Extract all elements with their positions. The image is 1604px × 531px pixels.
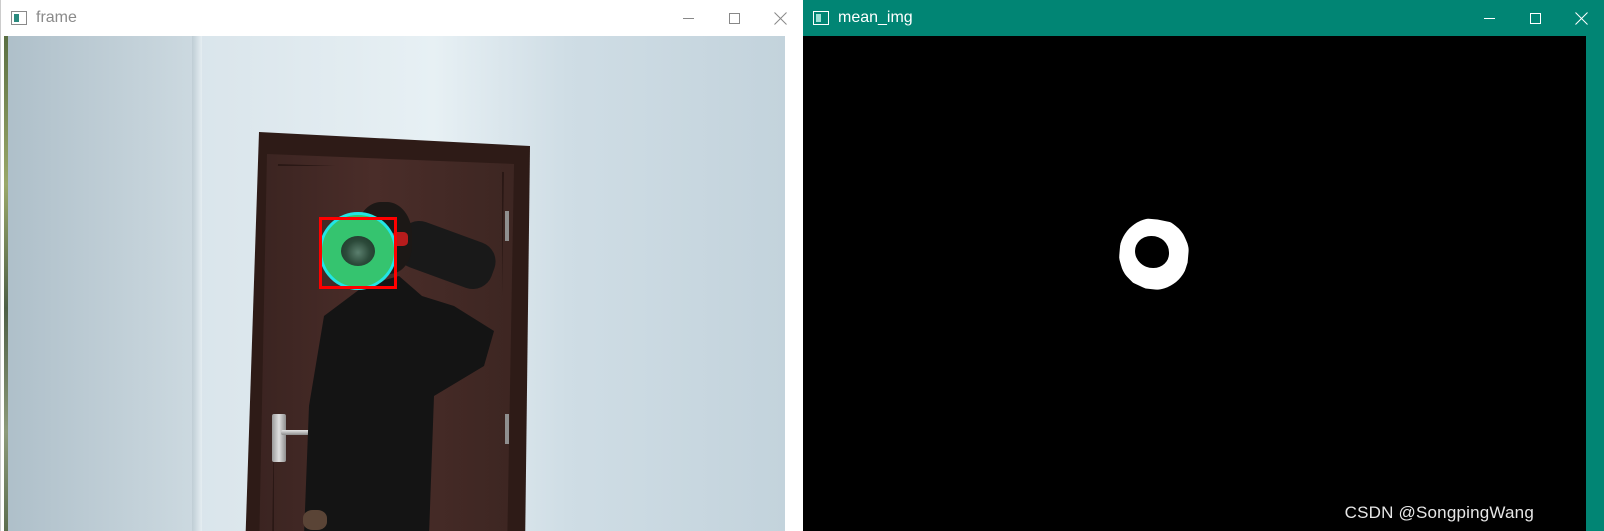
app-icon [11, 11, 27, 25]
close-icon [1575, 12, 1588, 25]
mean-img-minimize-button[interactable] [1466, 0, 1512, 36]
mean-img-window-title: mean_img [838, 9, 913, 26]
frame-maximize-button[interactable] [711, 0, 757, 36]
mean-img-window[interactable]: mean_img CSDN @SongpingWang [803, 0, 1604, 531]
minimize-icon [1483, 17, 1495, 19]
mean-img-maximize-button[interactable] [1512, 0, 1558, 36]
maximize-icon [728, 12, 740, 24]
frame-window[interactable]: frame [0, 0, 803, 531]
mean-img-titlebar[interactable]: mean_img [803, 0, 1604, 36]
mean-img-close-button[interactable] [1558, 0, 1604, 36]
wall-left [4, 36, 194, 531]
window-border-strip [1586, 36, 1604, 531]
frame-window-title: frame [36, 9, 77, 26]
app-icon [813, 11, 829, 25]
watermark-text: CSDN @SongpingWang [1344, 503, 1534, 522]
door-handle-plate [272, 414, 286, 462]
door-hinge [505, 414, 509, 444]
frame-caption-buttons [665, 0, 803, 36]
door-hinge [505, 211, 509, 241]
wall-corner [192, 36, 202, 531]
mean-img-caption-buttons [1466, 0, 1604, 36]
mask-blob-hole [1135, 236, 1169, 268]
minimize-icon [682, 17, 694, 19]
camera-frame-image [4, 36, 785, 531]
frame-minimize-button[interactable] [665, 0, 711, 36]
binary-mask-image: CSDN @SongpingWang [803, 36, 1586, 531]
frame-titlebar[interactable]: frame [1, 0, 803, 36]
person-hand [303, 510, 327, 530]
close-icon [774, 12, 787, 25]
maximize-icon [1529, 12, 1541, 24]
frame-close-button[interactable] [757, 0, 803, 36]
tracking-bounding-box [319, 217, 397, 289]
edge-strip [4, 36, 8, 531]
